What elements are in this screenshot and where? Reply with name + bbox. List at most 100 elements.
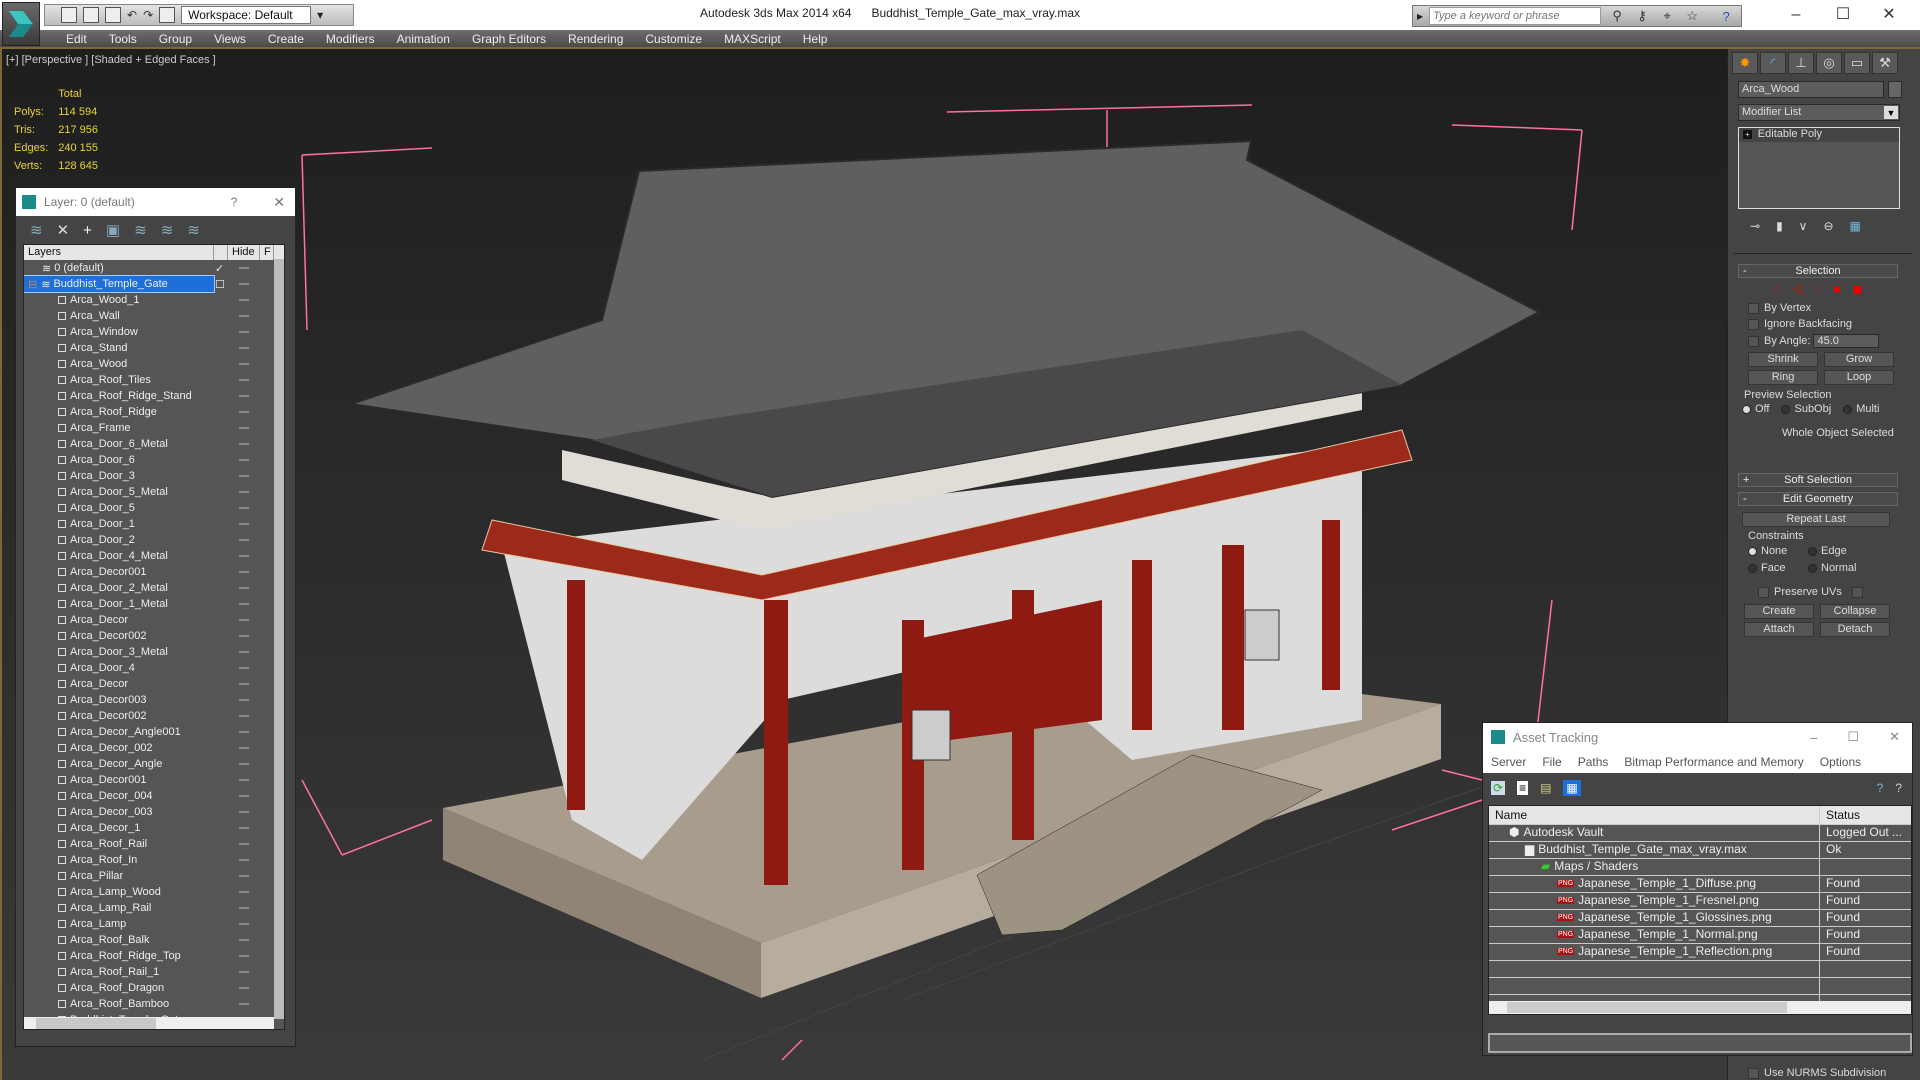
use-nurms-checkbox[interactable]: Use NURMS Subdivision bbox=[1748, 1067, 1886, 1079]
highlight-layer-icon[interactable]: ≋ bbox=[134, 221, 147, 239]
object-row[interactable]: Arca_Roof_Bamboo bbox=[24, 996, 284, 1012]
hide-toggle[interactable] bbox=[239, 763, 249, 765]
menu-customize[interactable]: Customize bbox=[634, 30, 713, 47]
hide-toggle[interactable] bbox=[239, 683, 249, 685]
remove-modifier-icon[interactable]: ⊖ bbox=[1823, 219, 1833, 233]
element-icon[interactable]: ◼ bbox=[1853, 282, 1863, 296]
hide-toggle[interactable] bbox=[239, 779, 249, 781]
constraint-face-radio[interactable]: Face bbox=[1748, 562, 1808, 574]
redo-icon[interactable]: ↷ bbox=[143, 8, 153, 22]
hide-toggle[interactable] bbox=[239, 875, 249, 877]
object-row[interactable]: Arca_Roof_Balk bbox=[24, 932, 284, 948]
menu-views[interactable]: Views bbox=[203, 30, 257, 47]
online-help-icon[interactable]: ? bbox=[1877, 781, 1884, 795]
hide-toggle[interactable] bbox=[239, 987, 249, 989]
object-row[interactable]: Arca_Wood bbox=[24, 356, 284, 372]
object-row[interactable]: Arca_Lamp bbox=[24, 916, 284, 932]
asset-row[interactable]: PNG Japanese_Temple_1_Reflection.png Found bbox=[1489, 944, 1911, 961]
layer-row[interactable]: ≋ 0 (default) ✓ bbox=[24, 260, 284, 276]
hide-toggle[interactable] bbox=[239, 939, 249, 941]
object-row[interactable]: Arca_Door_6 bbox=[24, 452, 284, 468]
list-view-icon[interactable]: ≡ bbox=[1517, 781, 1529, 795]
asset-menu-server[interactable]: Server bbox=[1483, 755, 1534, 769]
object-row[interactable]: Arca_Decor003 bbox=[24, 692, 284, 708]
hide-toggle[interactable] bbox=[239, 667, 249, 669]
close-button[interactable]: ✕ bbox=[1889, 729, 1900, 745]
hide-toggle[interactable] bbox=[239, 299, 249, 301]
by-vertex-checkbox[interactable]: By Vertex bbox=[1748, 302, 1898, 314]
hide-toggle[interactable] bbox=[239, 619, 249, 621]
preview-multi-radio[interactable]: Multi bbox=[1843, 403, 1879, 415]
vertex-icon[interactable]: ∴ bbox=[1773, 282, 1781, 296]
hide-toggle[interactable] bbox=[239, 571, 249, 573]
polygon-icon[interactable]: ■ bbox=[1833, 282, 1840, 296]
open-file-icon[interactable] bbox=[83, 7, 99, 23]
column-current[interactable] bbox=[214, 245, 228, 260]
preserve-uvs-settings-icon[interactable] bbox=[1851, 586, 1863, 598]
object-row[interactable]: Arca_Decor bbox=[24, 676, 284, 692]
border-icon[interactable]: ◌ bbox=[1814, 282, 1821, 296]
asset-row[interactable]: ⬢ Autodesk Vault Logged Out ... bbox=[1489, 825, 1911, 842]
hide-toggle[interactable] bbox=[239, 907, 249, 909]
close-button[interactable]: ✕ bbox=[1866, 2, 1912, 28]
by-angle-checkbox[interactable]: By Angle: 45.0 bbox=[1748, 334, 1898, 348]
object-row[interactable]: Arca_Roof_In bbox=[24, 852, 284, 868]
menu-help[interactable]: Help bbox=[792, 30, 839, 47]
object-row[interactable]: Arca_Roof_Dragon bbox=[24, 980, 284, 996]
asset-row[interactable]: PNG Japanese_Temple_1_Normal.png Found bbox=[1489, 927, 1911, 944]
refresh-icon[interactable]: ⟳ bbox=[1491, 781, 1506, 795]
hide-toggle[interactable] bbox=[239, 331, 249, 333]
constraint-none-radio[interactable]: None bbox=[1748, 545, 1808, 557]
select-objects-icon[interactable]: ▣ bbox=[106, 221, 120, 239]
asset-menu-bitmap-performance-and-memory[interactable]: Bitmap Performance and Memory bbox=[1616, 755, 1811, 769]
hide-toggle[interactable] bbox=[239, 523, 249, 525]
hide-toggle[interactable] bbox=[239, 475, 249, 477]
asset-row[interactable]: PNG Japanese_Temple_1_Diffuse.png Found bbox=[1489, 876, 1911, 893]
help-icon[interactable]: ? bbox=[1895, 781, 1902, 795]
object-row[interactable]: Arca_Decor002 bbox=[24, 708, 284, 724]
hide-toggle[interactable] bbox=[239, 363, 249, 365]
menu-graph-editors[interactable]: Graph Editors bbox=[461, 30, 557, 47]
menu-animation[interactable]: Animation bbox=[386, 30, 461, 47]
hide-toggle[interactable] bbox=[239, 827, 249, 829]
object-row[interactable]: Arca_Door_6_Metal bbox=[24, 436, 284, 452]
attach-button[interactable]: Attach bbox=[1744, 622, 1814, 637]
project-folder-icon[interactable] bbox=[159, 7, 176, 23]
minimize-button[interactable]: – bbox=[1810, 730, 1817, 745]
object-row[interactable]: Arca_Roof_Rail bbox=[24, 836, 284, 852]
object-row[interactable]: Arca_Door_1_Metal bbox=[24, 596, 284, 612]
object-row[interactable]: Arca_Decor_Angle001 bbox=[24, 724, 284, 740]
object-row[interactable]: Arca_Decor_Angle bbox=[24, 756, 284, 772]
object-row[interactable]: Arca_Decor_004 bbox=[24, 788, 284, 804]
horizontal-scrollbar[interactable] bbox=[1489, 1001, 1911, 1014]
object-row[interactable]: Arca_Lamp_Wood bbox=[24, 884, 284, 900]
configure-modifier-sets-icon[interactable]: ▦ bbox=[1850, 219, 1861, 233]
current-layer-indicator[interactable]: ✓ bbox=[215, 262, 224, 275]
hide-toggle[interactable] bbox=[239, 315, 249, 317]
object-row[interactable]: Arca_Decor bbox=[24, 612, 284, 628]
constraint-edge-radio[interactable]: Edge bbox=[1808, 545, 1878, 557]
hide-toggle[interactable] bbox=[239, 443, 249, 445]
undo-icon[interactable]: ↶ bbox=[127, 8, 137, 22]
hide-toggle[interactable] bbox=[239, 811, 249, 813]
satellite-icon[interactable]: ⌖ bbox=[1658, 8, 1676, 24]
utilities-tab-icon[interactable]: ⚒ bbox=[1872, 52, 1898, 74]
hide-toggle[interactable] bbox=[239, 955, 249, 957]
hide-toggle[interactable] bbox=[239, 843, 249, 845]
column-freeze[interactable]: F bbox=[260, 245, 274, 260]
object-row[interactable]: Arca_Roof_Ridge_Stand bbox=[24, 388, 284, 404]
edit-geometry-rollout-header[interactable]: - Edit Geometry bbox=[1738, 492, 1898, 506]
search-input[interactable] bbox=[1429, 7, 1602, 25]
object-row[interactable]: Arca_Door_2_Metal bbox=[24, 580, 284, 596]
menu-modifiers[interactable]: Modifiers bbox=[315, 30, 386, 47]
object-row[interactable]: Arca_Lamp_Rail bbox=[24, 900, 284, 916]
delete-layer-icon[interactable]: ✕ bbox=[57, 221, 70, 239]
app-menu-button[interactable] bbox=[2, 2, 40, 46]
table-view-icon[interactable]: ▦ bbox=[1563, 780, 1581, 796]
workspace-dropdown[interactable]: Workspace: Default bbox=[181, 6, 312, 24]
horizontal-scrollbar[interactable] bbox=[24, 1017, 274, 1029]
menu-create[interactable]: Create bbox=[257, 30, 315, 47]
object-row[interactable]: Arca_Decor_003 bbox=[24, 804, 284, 820]
minimize-button[interactable]: – bbox=[1773, 2, 1819, 28]
object-row[interactable]: Arca_Door_4_Metal bbox=[24, 548, 284, 564]
